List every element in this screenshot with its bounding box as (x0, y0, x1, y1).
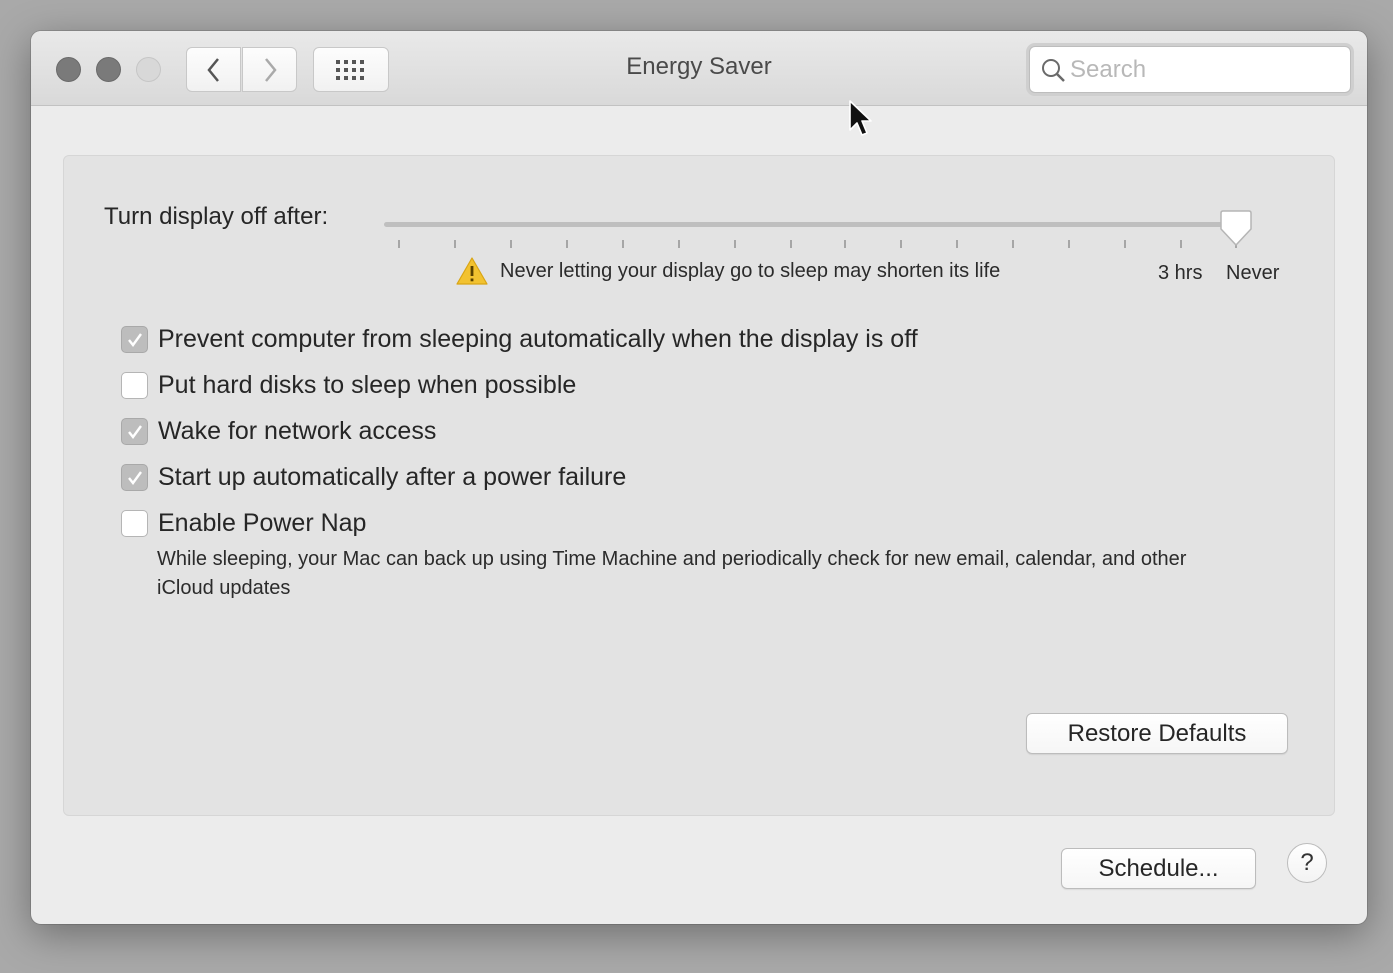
wake-network-checkbox[interactable] (121, 418, 148, 445)
display-sleep-warning: Never letting your display go to sleep m… (456, 256, 1000, 286)
slider-tick (1124, 240, 1126, 248)
disk-sleep-checkbox[interactable] (121, 372, 148, 399)
option-prevent-sleep[interactable]: Prevent computer from sleeping automatic… (121, 325, 918, 354)
option-label: Wake for network access (158, 417, 437, 445)
power-nap-checkbox[interactable] (121, 510, 148, 537)
slider-tick (956, 240, 958, 248)
option-label: Enable Power Nap (158, 509, 367, 537)
checkmark-icon (127, 424, 142, 439)
prevent-sleep-checkbox[interactable] (121, 326, 148, 353)
slider-tick (900, 240, 902, 248)
power-nap-description: While sleeping, your Mac can back up usi… (157, 548, 1187, 599)
auto-startup-checkbox[interactable] (121, 464, 148, 491)
restore-defaults-button[interactable]: Restore Defaults (1026, 713, 1288, 754)
option-label: Put hard disks to sleep when possible (158, 371, 577, 399)
checkmark-icon (127, 332, 142, 347)
slider-tick (510, 240, 512, 248)
tick-label-never: Never (1226, 262, 1280, 284)
option-wake-network[interactable]: Wake for network access (121, 417, 436, 446)
slider-tick (566, 240, 568, 248)
slider-tick (1068, 240, 1070, 248)
slider-tick (454, 240, 456, 248)
slider-tick (734, 240, 736, 248)
option-disk-sleep[interactable]: Put hard disks to sleep when possible (121, 371, 576, 400)
tick-label-3hrs: 3 hrs (1158, 262, 1203, 284)
slider-tick (678, 240, 680, 248)
option-power-nap[interactable]: Enable Power Nap (121, 509, 366, 538)
search-input[interactable] (1070, 55, 1340, 84)
slider-knob[interactable] (1219, 209, 1253, 249)
search-field[interactable] (1029, 46, 1351, 93)
slider-tick (790, 240, 792, 248)
help-button[interactable]: ? (1287, 843, 1327, 883)
slider-tick (844, 240, 846, 248)
warning-text: Never letting your display go to sleep m… (500, 259, 1001, 282)
display-sleep-slider[interactable] (384, 222, 1239, 227)
checkmark-icon (127, 470, 142, 485)
energy-saver-window: Energy Saver Turn display off after: (31, 31, 1367, 924)
slider-tick (622, 240, 624, 248)
schedule-button[interactable]: Schedule... (1061, 848, 1256, 889)
mouse-cursor-icon (849, 100, 872, 136)
slider-tick (1180, 240, 1182, 248)
option-label: Start up automatically after a power fai… (158, 463, 627, 491)
settings-panel: Turn display off after: Never letting yo… (63, 155, 1335, 816)
slider-tick (398, 240, 400, 248)
option-auto-startup[interactable]: Start up automatically after a power fai… (121, 463, 626, 492)
option-label: Prevent computer from sleeping automatic… (158, 325, 918, 353)
warning-icon (456, 257, 488, 285)
slider-tick (1012, 240, 1014, 248)
display-sleep-label: Turn display off after: (104, 203, 329, 230)
titlebar: Energy Saver (31, 31, 1367, 106)
search-icon (1042, 58, 1065, 82)
